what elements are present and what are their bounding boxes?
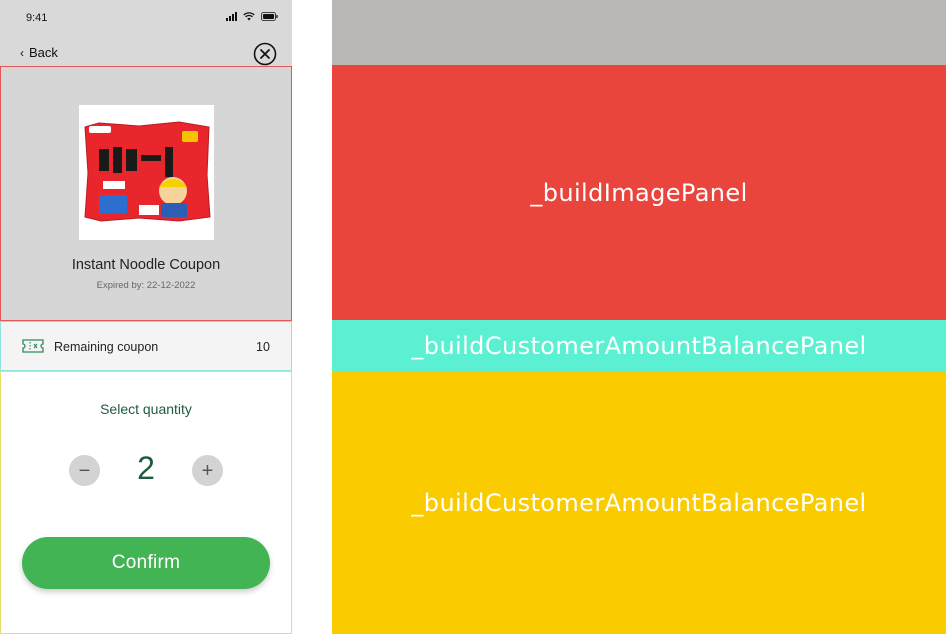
image-panel: Instant Noodle Coupon Expired by: 22-12-… xyxy=(0,66,292,321)
status-bar: 9:41 xyxy=(0,0,292,38)
close-button[interactable] xyxy=(253,42,277,66)
ticket-icon xyxy=(22,338,44,359)
increase-quantity-button[interactable]: + xyxy=(192,455,223,486)
balance-label: Remaining coupon xyxy=(54,340,159,354)
product-title: Instant Noodle Coupon xyxy=(71,257,221,273)
close-circle-icon xyxy=(253,42,277,66)
quantity-title: Select quantity xyxy=(100,401,192,417)
phone-screen: 9:41 ‹ Back Instant Noodle Coupon Expire… xyxy=(0,0,292,634)
quantity-panel: Select quantity − 2 + Confirm xyxy=(0,371,292,634)
battery-icon xyxy=(261,12,278,21)
nav-bar: ‹ Back xyxy=(0,38,292,66)
diagram-balance-panel-block: _buildCustomerAmountBalancePanel xyxy=(332,320,946,371)
balance-panel: Remaining coupon 10 xyxy=(0,321,292,371)
wifi-icon xyxy=(243,12,255,21)
quantity-value: 2 xyxy=(137,450,155,486)
decrease-quantity-button[interactable]: − xyxy=(69,455,100,486)
balance-value: 10 xyxy=(256,340,270,354)
signal-icon xyxy=(226,12,237,21)
product-image xyxy=(79,105,214,240)
diagram-header-block xyxy=(332,0,946,65)
minus-icon: − xyxy=(78,459,91,482)
diagram-image-panel-block: _buildImagePanel xyxy=(332,65,946,320)
chevron-left-icon: ‹ xyxy=(20,45,24,60)
status-time: 9:41 xyxy=(26,12,48,24)
diagram-quantity-panel-block: _buildCustomerAmountBalancePanel xyxy=(332,371,946,634)
back-button[interactable]: ‹ Back xyxy=(20,45,58,60)
noodle-package-image xyxy=(79,105,214,240)
plus-icon: + xyxy=(201,459,214,482)
status-icons xyxy=(226,12,278,21)
product-expiry: Expired by: 22-12-2022 xyxy=(96,280,196,291)
confirm-button[interactable]: Confirm xyxy=(22,537,270,589)
widget-diagram: _buildImagePanel _buildCustomerAmountBal… xyxy=(332,0,946,634)
back-label: Back xyxy=(29,45,58,60)
